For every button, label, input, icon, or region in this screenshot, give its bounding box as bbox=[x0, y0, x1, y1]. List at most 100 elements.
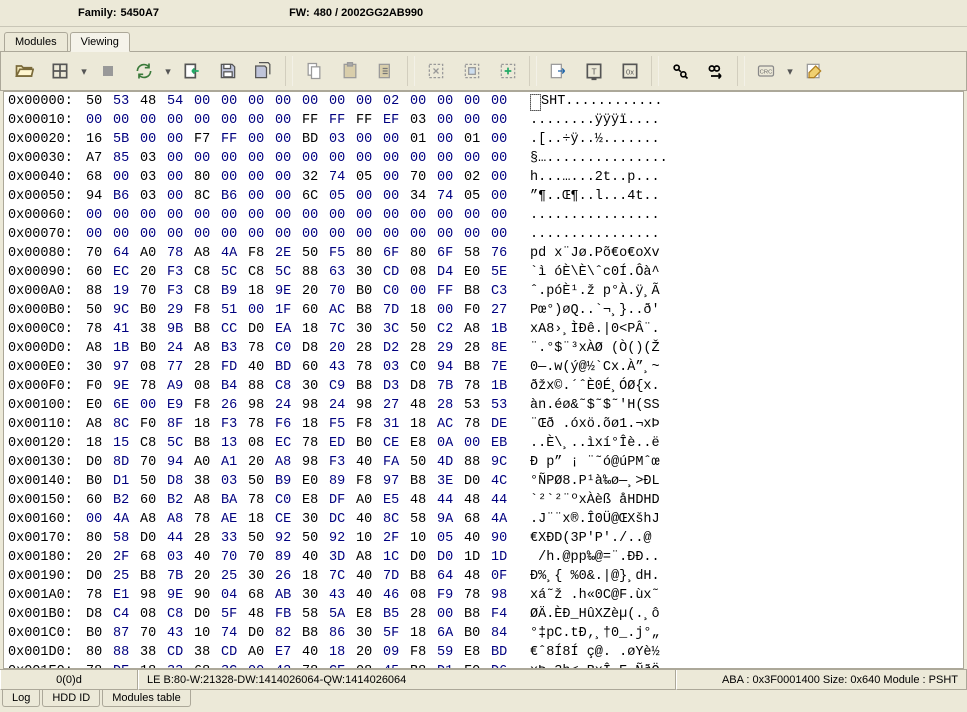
hex-byte[interactable]: 00 bbox=[167, 130, 194, 149]
hex-row[interactable]: 0x00190:D025B87B20253026187C407DB864480F… bbox=[4, 567, 963, 586]
hex-byte[interactable]: 58 bbox=[113, 529, 140, 548]
hex-byte[interactable]: 98 bbox=[140, 586, 167, 605]
hex-byte[interactable]: 00 bbox=[383, 187, 410, 206]
hex-byte[interactable]: B0 bbox=[356, 434, 383, 453]
hex-byte[interactable]: 9E bbox=[275, 282, 302, 301]
hex-byte[interactable]: 08 bbox=[194, 377, 221, 396]
hex-byte[interactable]: 30 bbox=[356, 263, 383, 282]
hex-byte[interactable]: F8 bbox=[194, 301, 221, 320]
hex-byte[interactable]: 7C bbox=[329, 320, 356, 339]
export-icon[interactable] bbox=[541, 55, 575, 87]
hex-byte[interactable]: 00 bbox=[491, 206, 518, 225]
hex-byte[interactable]: 05 bbox=[464, 187, 491, 206]
hex-byte[interactable]: A0 bbox=[248, 643, 275, 662]
hex-byte[interactable]: 30 bbox=[248, 567, 275, 586]
hex-byte[interactable]: 38 bbox=[140, 643, 167, 662]
hex-byte[interactable]: AE bbox=[221, 510, 248, 529]
hex-byte[interactable]: 58 bbox=[464, 244, 491, 263]
hex-byte[interactable]: 08 bbox=[248, 434, 275, 453]
hex-byte[interactable]: 92 bbox=[329, 529, 356, 548]
hex-byte[interactable]: 50 bbox=[140, 472, 167, 491]
hex-byte[interactable]: 00 bbox=[221, 225, 248, 244]
hex-byte[interactable]: 43 bbox=[329, 586, 356, 605]
hex-byte[interactable]: 3E bbox=[437, 472, 464, 491]
hex-byte[interactable]: 78 bbox=[302, 662, 329, 669]
hex-byte[interactable]: 18 bbox=[302, 415, 329, 434]
hex-byte[interactable]: 88 bbox=[302, 263, 329, 282]
hex-byte[interactable]: 0A bbox=[437, 434, 464, 453]
hex-byte[interactable]: 00 bbox=[221, 92, 248, 111]
hex-byte[interactable]: 03 bbox=[383, 358, 410, 377]
hex-byte[interactable]: D2 bbox=[383, 339, 410, 358]
hex-row[interactable]: 0x000A0:881970F3C8B9189E2070B0C000FFB8C3… bbox=[4, 282, 963, 301]
hex-byte[interactable]: 2F bbox=[383, 529, 410, 548]
hex-byte[interactable]: 03 bbox=[329, 130, 356, 149]
hex-byte[interactable]: 00 bbox=[491, 149, 518, 168]
checksum-icon-dropdown[interactable]: ▾ bbox=[785, 65, 795, 78]
hex-byte[interactable]: C0 bbox=[383, 282, 410, 301]
hex-byte[interactable]: 4A bbox=[491, 510, 518, 529]
hex-byte[interactable]: 20 bbox=[140, 263, 167, 282]
hex-byte[interactable]: 94 bbox=[86, 187, 113, 206]
hex-byte[interactable]: 24 bbox=[275, 396, 302, 415]
hex-byte[interactable]: FA bbox=[383, 453, 410, 472]
hex-row[interactable]: 0x00000:50534854000000000000000200000000… bbox=[4, 92, 963, 111]
hex-byte[interactable]: 60 bbox=[86, 263, 113, 282]
hex-byte[interactable]: 00 bbox=[356, 149, 383, 168]
hex-byte[interactable]: 00 bbox=[221, 206, 248, 225]
hex-byte[interactable]: 40 bbox=[302, 548, 329, 567]
hex-byte[interactable]: 98 bbox=[248, 396, 275, 415]
hex-byte[interactable]: 88 bbox=[113, 643, 140, 662]
hex-byte[interactable]: C3 bbox=[491, 282, 518, 301]
hex-byte[interactable]: 84 bbox=[491, 624, 518, 643]
hex-byte[interactable]: 64 bbox=[437, 567, 464, 586]
hex-byte[interactable]: 78 bbox=[248, 491, 275, 510]
hex-row[interactable]: 0x00010:0000000000000000FFFFFFEF03000000… bbox=[4, 111, 963, 130]
hex-byte[interactable]: E0 bbox=[86, 396, 113, 415]
hex-byte[interactable]: 60 bbox=[86, 491, 113, 510]
hex-byte[interactable]: 03 bbox=[167, 548, 194, 567]
hex-byte[interactable]: 38 bbox=[140, 320, 167, 339]
hex-byte[interactable]: 00 bbox=[248, 130, 275, 149]
save-all-icon[interactable] bbox=[247, 55, 281, 87]
hex-byte[interactable]: A8 bbox=[194, 491, 221, 510]
hex-byte[interactable]: 00 bbox=[167, 111, 194, 130]
hex-byte[interactable]: F7 bbox=[194, 130, 221, 149]
hex-byte[interactable]: A8 bbox=[167, 510, 194, 529]
hex-byte[interactable]: 0F bbox=[491, 567, 518, 586]
hex-byte[interactable]: 6F bbox=[383, 244, 410, 263]
hex-byte[interactable]: C9 bbox=[329, 377, 356, 396]
hex-byte[interactable]: 9B bbox=[167, 320, 194, 339]
hex-byte[interactable]: F8 bbox=[356, 415, 383, 434]
hex-row[interactable]: 0x00110:A88CF08F18F378F618F5F83118AC78DE… bbox=[4, 415, 963, 434]
hex-byte[interactable]: B8 bbox=[464, 605, 491, 624]
hex-byte[interactable]: 6F bbox=[437, 244, 464, 263]
hex-byte[interactable]: 87 bbox=[113, 624, 140, 643]
hex-byte[interactable]: 44 bbox=[167, 529, 194, 548]
hex-byte[interactable]: B2 bbox=[167, 491, 194, 510]
hex-byte[interactable]: 28 bbox=[437, 396, 464, 415]
hex-byte[interactable]: 78 bbox=[356, 358, 383, 377]
hex-byte[interactable]: 5F bbox=[221, 605, 248, 624]
hex-byte[interactable]: 80 bbox=[194, 168, 221, 187]
hex-byte[interactable]: 40 bbox=[356, 586, 383, 605]
hex-row[interactable]: 0x00070:00000000000000000000000000000000… bbox=[4, 225, 963, 244]
hex-byte[interactable]: 1B bbox=[113, 339, 140, 358]
hex-byte[interactable]: 70 bbox=[248, 548, 275, 567]
hex-byte[interactable]: 88 bbox=[86, 282, 113, 301]
hex-byte[interactable]: 18 bbox=[329, 643, 356, 662]
hex-byte[interactable]: 00 bbox=[167, 168, 194, 187]
hex-row[interactable]: 0x00050:94B603008CB600006C05000034740500… bbox=[4, 187, 963, 206]
hex-byte[interactable]: 92 bbox=[275, 529, 302, 548]
hex-byte[interactable]: BD bbox=[275, 358, 302, 377]
hex-byte[interactable]: 00 bbox=[275, 225, 302, 244]
hex-byte[interactable]: 00 bbox=[248, 225, 275, 244]
hex-byte[interactable]: 40 bbox=[356, 510, 383, 529]
hex-byte[interactable]: CE bbox=[383, 434, 410, 453]
hex-byte[interactable]: 00 bbox=[140, 130, 167, 149]
hex-byte[interactable]: C8 bbox=[140, 434, 167, 453]
hex-byte[interactable]: D0 bbox=[194, 605, 221, 624]
tab-modules-table[interactable]: Modules table bbox=[102, 690, 191, 707]
hex-byte[interactable]: 51 bbox=[221, 301, 248, 320]
hex-byte[interactable]: 59 bbox=[437, 643, 464, 662]
